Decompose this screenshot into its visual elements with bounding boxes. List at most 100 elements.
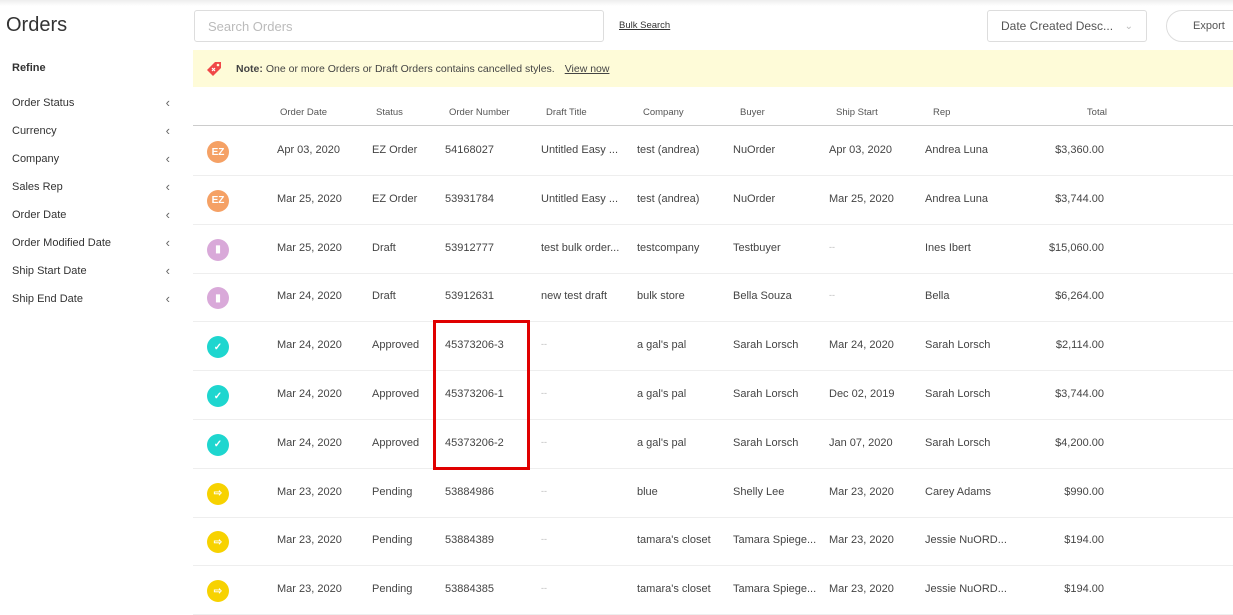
cell-order-date: Mar 23, 2020 [277,534,342,547]
cell-rep: Bella [925,290,950,303]
cell-total: $3,360.00 [1055,144,1104,156]
export-button[interactable]: Export [1166,10,1233,42]
view-now-link[interactable]: View now [565,63,610,75]
cell-buyer: Sarah Lorsch [733,388,799,400]
chevron-left-icon: ‹ [165,235,170,250]
page-title: Orders [6,14,68,36]
table-row[interactable]: ⇨ Mar 23, 2020 Pending 53884986 -- blue Shelly… [193,469,1233,518]
filter-ship-end-date[interactable]: Ship End Date ‹ [12,291,170,306]
cell-status: Draft [372,241,396,254]
cell-order-date: Mar 24, 2020 [277,388,342,400]
cell-buyer: Tamara Spiege... [733,583,817,596]
cell-total: $990.00 [1064,485,1104,498]
cell-draft-title: -- [541,485,547,496]
column-header[interactable]: Draft Title [546,107,587,118]
cell-order-date: Mar 25, 2020 [277,241,342,254]
table-row[interactable]: ✓ Mar 24, 2020 Approved 45373206-3 -- a gal's… [193,322,1233,372]
column-header[interactable]: Order Date [280,107,327,118]
cell-rep: Sarah Lorsch [925,388,991,400]
cell-ship-start: Mar 23, 2020 [829,583,894,596]
cell-order-number: 53884385 [445,583,494,596]
cell-draft-title: -- [541,583,547,594]
table-row[interactable]: ▮ Mar 25, 2020 Draft 53912777 test bulk orde… [193,225,1233,274]
table-row[interactable]: ▮ Mar 24, 2020 Draft 53912631 new test draft… [193,273,1233,323]
top-bar-shadow [0,0,1233,6]
approved-check-icon: ✓ [207,336,229,359]
cell-order-date: Apr 03, 2020 [277,144,340,156]
refine-heading: Refine [12,62,46,74]
cell-order-date: Mar 24, 2020 [277,339,342,352]
filter-label: Order Date [12,208,67,221]
column-header[interactable]: Status [376,107,403,118]
cell-ship-start: -- [829,241,835,252]
table-row[interactable]: ✓ Mar 24, 2020 Approved 45373206-1 -- a gal's… [193,371,1233,420]
cell-order-number: 54168027 [445,144,494,156]
sort-dropdown[interactable]: Date Created Desc... ⌄ [987,10,1147,42]
table-row[interactable]: EZ Apr 03, 2020 EZ Order 54168027 Untitled E… [193,127,1233,176]
bulk-search-link[interactable]: Bulk Search [619,20,670,31]
approved-check-icon: ✓ [207,385,229,407]
filter-label: Order Status [12,96,75,109]
cell-order-date: Mar 23, 2020 [277,583,342,596]
filter-label: Company [12,152,60,165]
cell-buyer: Testbuyer [733,241,781,254]
cell-company: test (andrea) [637,144,700,156]
cell-order-number: 53931784 [445,192,494,205]
chevron-left-icon: ‹ [165,151,170,166]
column-header[interactable]: Total [1087,107,1107,118]
cell-draft-title: new test draft [541,290,608,303]
cell-rep: Carey Adams [925,485,992,498]
filter-order-status[interactable]: Order Status ‹ [12,95,170,110]
filter-label: Order Modified Date [12,236,112,249]
cell-rep: Sarah Lorsch [925,436,991,449]
cell-rep: Jessie NuORD... [925,583,1007,596]
cell-ship-start: Apr 03, 2020 [829,144,892,156]
chevron-down-icon: ⌄ [1124,20,1133,32]
cell-status: Approved [372,436,420,449]
cell-status: Approved [372,339,420,352]
cell-ship-start: Dec 02, 2019 [829,388,895,400]
cell-company: tamara's closet [637,534,711,547]
cell-ship-start: Mar 23, 2020 [829,534,894,547]
cell-buyer: Bella Souza [733,290,792,303]
chevron-left-icon: ‹ [165,179,170,194]
column-header[interactable]: Ship Start [836,107,878,118]
cancelled-styles-notice: Note: One or more Orders or Draft Orders… [193,50,1233,87]
pending-import-icon: ⇨ [207,580,229,603]
filter-company[interactable]: Company ‹ [12,151,170,166]
cell-company: a gal's pal [637,339,687,352]
column-header[interactable]: Rep [933,107,950,118]
cell-status: Pending [372,583,413,596]
cell-total: $3,744.00 [1055,192,1104,205]
cell-status: EZ Order [372,144,418,156]
column-header[interactable]: Buyer [740,107,765,118]
cell-buyer: Tamara Spiege... [733,534,817,547]
table-row[interactable]: ⇨ Mar 23, 2020 Pending 53884389 -- tamara's c… [193,517,1233,567]
cell-buyer: NuOrder [733,144,776,156]
column-header[interactable]: Order Number [449,107,510,118]
cell-company: tamara's closet [637,583,711,596]
cell-order-number: 53884986 [445,485,494,498]
filter-label: Currency [12,124,57,137]
column-header[interactable]: Company [643,107,684,118]
cell-order-date: Mar 24, 2020 [277,436,342,449]
cell-rep: Andrea Luna [925,192,988,205]
cell-status: EZ Order [372,192,418,205]
filter-currency[interactable]: Currency ‹ [12,123,170,138]
cell-company: a gal's pal [637,436,687,449]
ez-order-icon: EZ [207,189,229,212]
cell-draft-title: -- [541,534,547,545]
cell-total: $4,200.00 [1055,436,1104,449]
search-input[interactable] [194,10,604,42]
table-row[interactable]: EZ Mar 25, 2020 EZ Order 53931784 Untitled E… [193,176,1233,225]
filter-ship-start-date[interactable]: Ship Start Date ‹ [12,263,170,278]
cell-total: $194.00 [1064,583,1104,596]
table-row[interactable]: ⇨ Mar 23, 2020 Pending 53884385 -- tamara's c… [193,566,1233,615]
filter-order-modified-date[interactable]: Order Modified Date ‹ [12,235,170,250]
cell-order-date: Mar 24, 2020 [277,290,342,303]
table-row[interactable]: ✓ Mar 24, 2020 Approved 45373206-2 -- a gal's… [193,420,1233,469]
filter-order-date[interactable]: Order Date ‹ [12,207,170,222]
cell-total: $15,060.00 [1048,241,1104,254]
filter-sales-rep[interactable]: Sales Rep ‹ [12,179,170,194]
cell-draft-title: Untitled Easy ... [541,144,619,156]
